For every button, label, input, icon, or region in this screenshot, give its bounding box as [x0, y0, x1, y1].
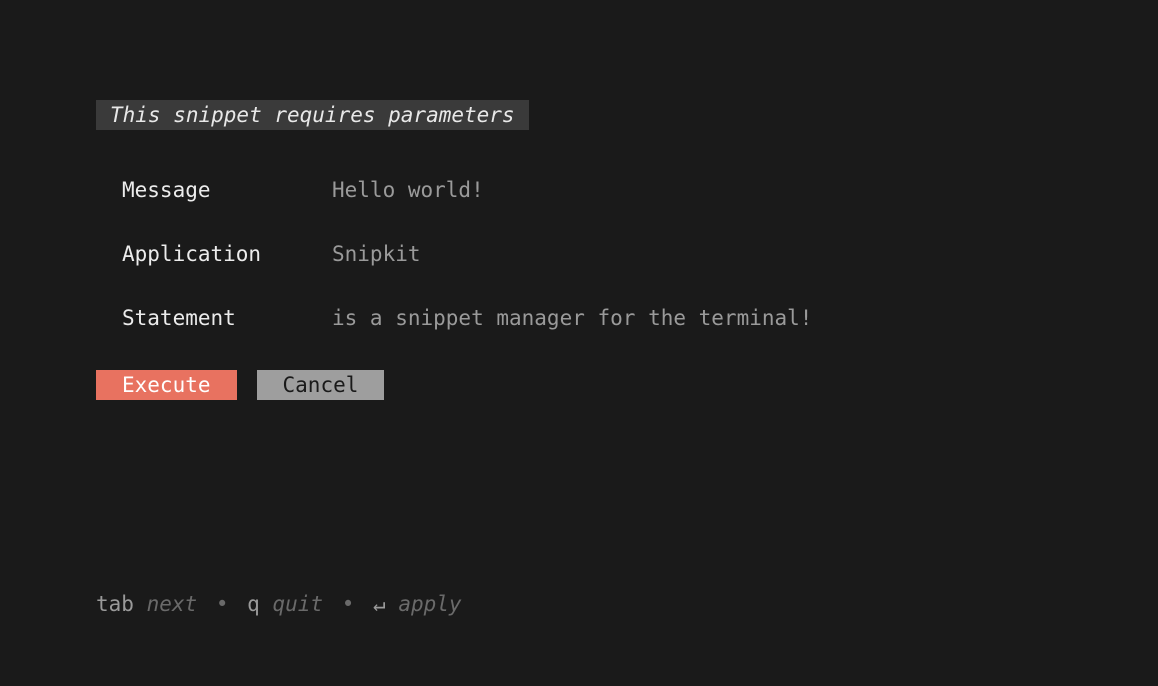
field-value-application[interactable]: Snipkit — [332, 242, 421, 266]
cancel-button[interactable]: Cancel — [257, 370, 385, 400]
field-value-message[interactable]: Hello world! — [332, 178, 484, 202]
button-row: Execute Cancel — [96, 370, 1062, 400]
hint-tab-action: next — [147, 592, 198, 616]
hint-enter-action: apply — [398, 592, 461, 616]
hint-q-action: quit — [272, 592, 323, 616]
separator-icon: • — [342, 592, 355, 616]
field-row-statement: Statement is a snippet manager for the t… — [122, 306, 1062, 330]
field-label-application: Application — [122, 242, 332, 266]
separator-icon: • — [216, 592, 229, 616]
dialog-title-text: This snippet requires parameters — [110, 103, 515, 127]
field-label-statement: Statement — [122, 306, 332, 330]
field-row-application: Application Snipkit — [122, 242, 1062, 266]
field-row-message: Message Hello world! — [122, 178, 1062, 202]
dialog-title: This snippet requires parameters — [96, 100, 529, 130]
parameter-fields: Message Hello world! Application Snipkit… — [122, 178, 1062, 330]
enter-icon: ↵ — [373, 592, 386, 616]
execute-button[interactable]: Execute — [96, 370, 237, 400]
hint-tab-key: tab — [96, 592, 134, 616]
keyboard-hints: tab next • q quit • ↵ apply — [96, 592, 462, 616]
field-value-statement[interactable]: is a snippet manager for the terminal! — [332, 306, 812, 330]
field-label-message: Message — [122, 178, 332, 202]
hint-q-key: q — [247, 592, 260, 616]
